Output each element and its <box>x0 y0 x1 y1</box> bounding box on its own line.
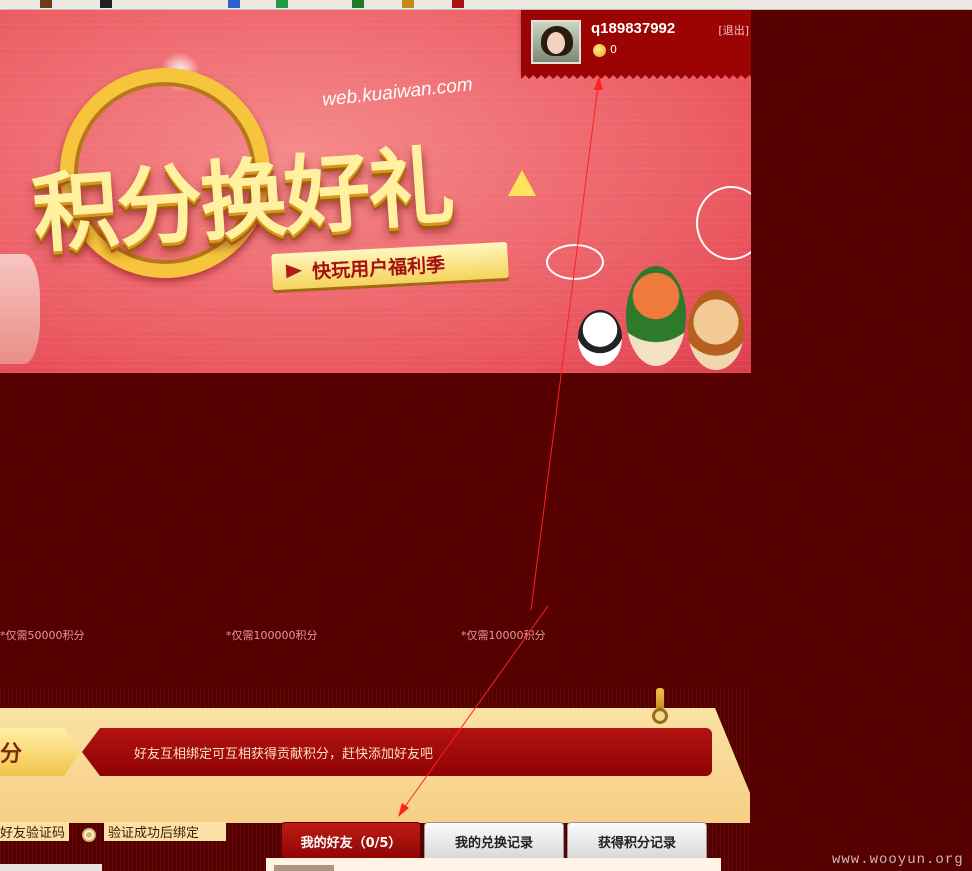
bookmark-icon <box>352 0 364 8</box>
pin-ring-decoration <box>652 708 668 724</box>
pin-decoration <box>656 688 664 710</box>
points-value: 0 <box>610 43 617 56</box>
tab-my-friends[interactable]: 我的好友（0/5） <box>281 822 421 860</box>
speech-bubble <box>696 186 751 260</box>
friend-code-label: 好友验证码 <box>0 822 70 841</box>
avatar[interactable] <box>531 20 581 64</box>
username: q189837992 <box>591 20 676 37</box>
input-field-edge[interactable] <box>0 864 102 871</box>
avatar-face <box>547 32 565 54</box>
speech-bubble <box>546 244 604 280</box>
section-title-tag: 分 <box>0 728 80 776</box>
bookmark-icon <box>276 0 288 8</box>
banner-subtitle-text: 快玩用户福利季 <box>311 253 446 283</box>
price-label: *仅需50000积分 <box>0 629 85 642</box>
bookmark-item[interactable] <box>100 0 114 8</box>
logout-link[interactable]: [退出] <box>718 22 749 38</box>
bookmark-icon <box>452 0 464 8</box>
bookmark-item[interactable] <box>40 0 54 8</box>
girl-mascot <box>626 266 686 366</box>
bookmark-item[interactable] <box>452 0 466 8</box>
site-url: web.kuaiwan.com <box>321 74 474 111</box>
character-decoration <box>0 254 40 364</box>
bookmark-item[interactable] <box>352 0 366 8</box>
tab-content-area <box>266 858 721 871</box>
monkey-mascot <box>688 290 744 370</box>
section-title-text: 分 <box>0 742 23 767</box>
bookmark-icon <box>402 0 414 8</box>
coin-icon <box>593 44 606 57</box>
notice-banner: 好友互相绑定可互相获得贡献积分，赶快添加好友吧 <box>82 728 712 776</box>
play-arrow-icon <box>285 263 303 279</box>
bookmark-item[interactable] <box>276 0 290 8</box>
panda-mascot <box>578 310 622 366</box>
price-label: *仅需10000积分 <box>461 629 546 642</box>
bookmark-item[interactable] <box>228 0 242 8</box>
bookmark-item[interactable] <box>402 0 416 8</box>
bookmark-icon <box>100 0 112 8</box>
bind-after-label: 验证成功后绑定 <box>104 822 226 841</box>
browser-bookmarks-bar <box>0 0 972 10</box>
price-label: *仅需100000积分 <box>226 629 318 642</box>
watermark: www.wooyun.org <box>832 852 964 868</box>
tab-exchange-records[interactable]: 我的兑换记录 <box>424 822 564 860</box>
notice-text: 好友互相绑定可互相获得贡献积分，赶快添加好友吧 <box>134 746 434 762</box>
tab-points-records[interactable]: 获得积分记录 <box>567 822 707 860</box>
bind-radio[interactable] <box>82 828 96 842</box>
bookmark-icon <box>228 0 240 8</box>
arrow-up-icon <box>508 170 536 196</box>
user-info-panel: q189837992 [退出] 0 <box>521 10 751 79</box>
bookmark-icon <box>40 0 52 8</box>
